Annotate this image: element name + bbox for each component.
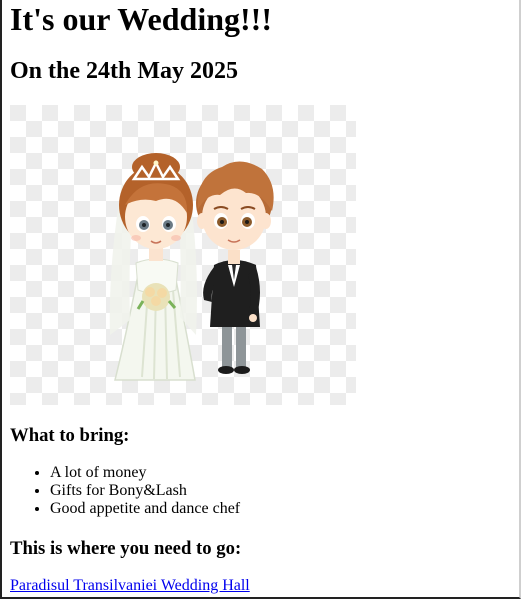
list-item: Good appetite and dance chef xyxy=(50,500,240,518)
list-item: Gifts for Bony&Lash xyxy=(50,482,240,500)
directions-heading: This is where you need to go: xyxy=(10,538,242,559)
what-to-bring-heading: What to bring: xyxy=(10,425,130,446)
page-title: It's our Wedding!!! xyxy=(10,1,272,37)
bride-and-groom-image xyxy=(10,105,356,405)
bride-figure xyxy=(109,153,197,381)
bring-list: A lot of money Gifts for Bony&Lash Good … xyxy=(10,464,240,518)
list-item: A lot of money xyxy=(50,464,240,482)
date-heading: On the 24th May 2025 xyxy=(10,58,238,84)
venue-link[interactable]: Paradisul Transilvaniei Wedding Hall xyxy=(10,577,250,595)
